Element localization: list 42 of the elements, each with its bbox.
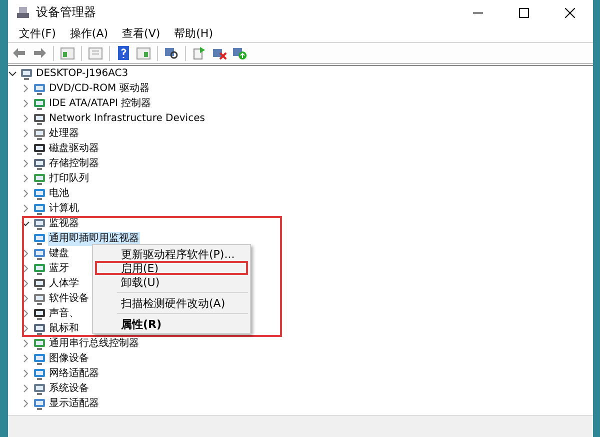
- context-menu-item[interactable]: 属性(R): [95, 317, 248, 331]
- maximize-icon: [519, 8, 529, 18]
- tree-item[interactable]: DVD/CD-ROM 驱动器: [48, 82, 150, 96]
- tree-item[interactable]: DESKTOP-J196AC3: [35, 66, 130, 80]
- chevron-icon[interactable]: [8, 69, 17, 78]
- tree-item[interactable]: 监视器: [48, 216, 80, 230]
- tree-item[interactable]: 处理器: [48, 126, 80, 140]
- context-menu-item[interactable]: 扫描检测硬件改动(A): [95, 296, 248, 310]
- menu-item[interactable]: 帮助(H): [167, 26, 220, 41]
- tree-item[interactable]: 鼠标和: [48, 322, 80, 336]
- tree-item[interactable]: 软件设备: [48, 292, 90, 306]
- app-icon: [16, 6, 30, 19]
- context-menu-item[interactable]: 卸载(U): [95, 275, 248, 289]
- tree-item[interactable]: 图像设备: [48, 352, 90, 366]
- tree-item[interactable]: 磁盘驱动器: [48, 142, 100, 156]
- tree-item[interactable]: 通用即插即用监视器: [48, 232, 140, 246]
- context-menu-item[interactable]: 启用(E): [95, 261, 248, 275]
- tree-item[interactable]: 通用串行总线控制器: [48, 336, 140, 350]
- tree-item[interactable]: 声音、: [48, 306, 80, 320]
- window-title: 设备管理器: [36, 4, 96, 21]
- tree-item[interactable]: 键盘: [48, 246, 70, 260]
- close-icon: [565, 8, 575, 18]
- tree-item[interactable]: 计算机: [48, 202, 80, 216]
- tree-item[interactable]: 打印队列: [48, 172, 90, 186]
- tree-item[interactable]: 蓝牙: [48, 262, 70, 276]
- tree-item[interactable]: 显示适配器: [48, 396, 100, 410]
- chevron-icon[interactable]: [21, 219, 30, 228]
- tree-item[interactable]: 系统设备: [48, 382, 90, 396]
- tree-item[interactable]: Network Infrastructure Devices: [48, 112, 206, 126]
- menu-item[interactable]: 操作(A): [62, 26, 116, 41]
- action-pane-icon[interactable]: [135, 44, 152, 62]
- menu-item[interactable]: 查看(V): [115, 26, 168, 41]
- tree-item[interactable]: 电池: [48, 186, 70, 200]
- menu-item[interactable]: 文件(F): [12, 26, 63, 41]
- tree-item[interactable]: IDE ATA/ATAPI 控制器: [48, 96, 152, 110]
- context-menu-item[interactable]: 更新驱动程序软件(P)...: [95, 247, 248, 261]
- tree-item[interactable]: 网络适配器: [48, 366, 100, 380]
- properties-icon[interactable]: [87, 44, 104, 62]
- help-icon[interactable]: [115, 44, 132, 62]
- tree-item[interactable]: 人体学: [48, 276, 80, 290]
- tree-item[interactable]: 存储控制器: [48, 156, 100, 170]
- console-tree-icon[interactable]: [59, 44, 76, 62]
